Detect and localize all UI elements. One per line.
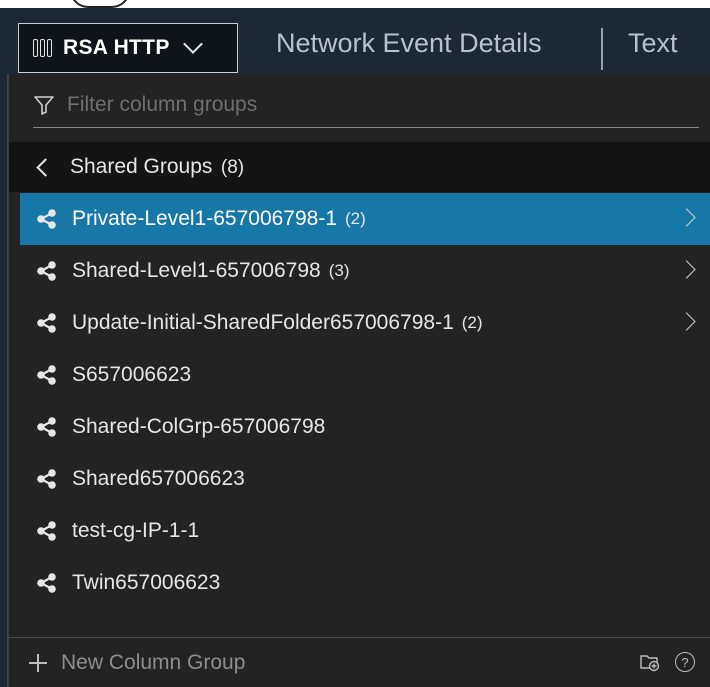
- shared-groups-list: Private-Level1-657006798-1 (2) Shared-Le…: [20, 193, 710, 609]
- clipped-text-fragment: [70, 0, 130, 8]
- column-group-name: Twin657006623: [72, 571, 221, 594]
- share-icon: [37, 469, 56, 489]
- chevron-left-icon: [36, 157, 55, 177]
- list-item-column-group[interactable]: S657006623: [20, 349, 710, 401]
- filter-bar: [33, 82, 699, 128]
- background-table-edge: [0, 74, 8, 687]
- tab-network-event-details[interactable]: Network Event Details: [276, 28, 542, 59]
- list-item-column-group[interactable]: Private-Level1-657006798-1 (2): [20, 193, 710, 245]
- plus-icon[interactable]: [29, 653, 47, 672]
- tab-text[interactable]: Text: [628, 28, 678, 59]
- filter-icon: [34, 95, 54, 115]
- column-group-name: test-cg-IP-1-1: [72, 519, 200, 542]
- shared-groups-back-button[interactable]: Shared Groups (8): [9, 142, 710, 192]
- list-item-column-group[interactable]: Update-Initial-SharedFolder657006798-1 (…: [20, 297, 710, 349]
- new-folder-icon[interactable]: [639, 652, 661, 672]
- dropdown-footer: New Column Group ?: [9, 637, 710, 687]
- chevron-right-icon[interactable]: [677, 208, 696, 227]
- list-item-column-group[interactable]: Shared-ColGrp-657006798: [20, 401, 710, 453]
- column-group-name: Shared657006623: [72, 467, 245, 490]
- new-column-group-button[interactable]: New Column Group: [61, 651, 245, 675]
- share-icon: [37, 313, 56, 333]
- column-group-dropdown-panel: Shared Groups (8) Private-Level1-6570067…: [8, 74, 710, 687]
- list-item-column-group[interactable]: Shared-Level1-657006798 (3): [20, 245, 710, 297]
- top-bar: RSA HTTP Network Event Details Text: [0, 8, 710, 74]
- list-item-column-group[interactable]: Twin657006623: [20, 557, 710, 609]
- share-icon: [37, 521, 56, 541]
- column-group-name: Update-Initial-SharedFolder657006798-1: [72, 311, 454, 334]
- shared-groups-title: Shared Groups: [70, 155, 213, 178]
- column-group-name: Private-Level1-657006798-1: [72, 207, 338, 230]
- list-item-column-group[interactable]: test-cg-IP-1-1: [20, 505, 710, 557]
- share-icon: [37, 261, 56, 281]
- chevron-down-icon: [182, 34, 203, 54]
- filter-column-groups-input[interactable]: [67, 92, 667, 117]
- column-group-count: (3): [328, 261, 350, 280]
- column-group-count: (2): [461, 313, 483, 332]
- chevron-right-icon[interactable]: [677, 312, 696, 331]
- chevron-right-icon[interactable]: [677, 260, 696, 279]
- share-icon: [37, 573, 56, 593]
- tab-divider: [601, 28, 603, 70]
- column-group-name: Shared-ColGrp-657006798: [72, 415, 326, 438]
- column-group-name: Shared-Level1-657006798: [72, 259, 321, 282]
- list-item-column-group[interactable]: Shared657006623: [20, 453, 710, 505]
- share-icon: [37, 417, 56, 437]
- share-icon: [37, 365, 56, 385]
- shared-groups-count: (8): [220, 157, 245, 178]
- footer-icons: ?: [639, 652, 695, 672]
- selected-column-group-label: RSA HTTP: [63, 36, 170, 59]
- share-icon: [37, 209, 56, 229]
- column-group-selector-button[interactable]: RSA HTTP: [18, 23, 238, 73]
- column-group-count: (2): [345, 209, 366, 228]
- column-group-name: S657006623: [72, 363, 192, 386]
- help-icon[interactable]: ?: [675, 652, 695, 672]
- columns-icon: [33, 38, 53, 58]
